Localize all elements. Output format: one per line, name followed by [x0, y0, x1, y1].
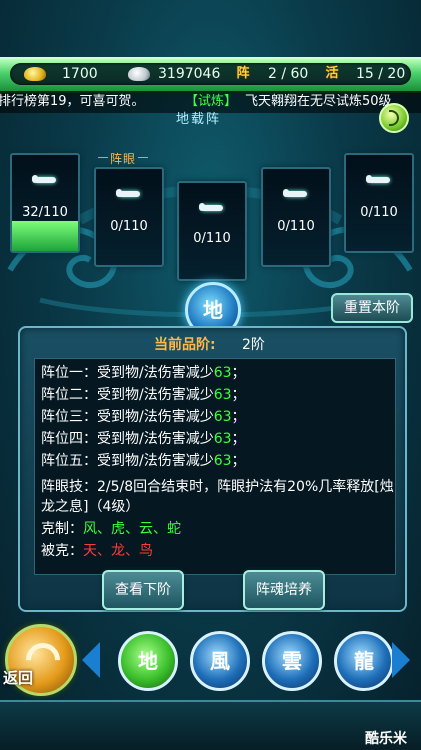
formation-slot-5[interactable]: 0/110	[344, 153, 414, 253]
slot-glyph-icon	[199, 203, 223, 211]
slot-glyph-icon	[283, 189, 307, 197]
silver-value: 3197046	[158, 66, 221, 82]
grade-header: 当前品阶: 2阶	[20, 334, 405, 356]
position-effect-row: 阵位三：受到物/法伤害减少63；	[41, 409, 246, 425]
activity-count: 15 / 20	[356, 66, 406, 82]
next-arrow-icon[interactable]	[392, 642, 410, 678]
formation-title: 地载阵	[176, 112, 222, 127]
view-next-grade-button[interactable]: 查看下阶	[102, 570, 184, 610]
resource-bar: 1700 3197046 阵 2 / 60 活 15 / 20	[0, 57, 421, 93]
grade-label: 当前品阶:	[154, 337, 216, 353]
formation-slot-2[interactable]: 0/110	[94, 167, 164, 267]
element-tab-wind[interactable]: 風	[190, 631, 250, 691]
grade-value: 2阶	[242, 337, 265, 353]
formation-info-panel: 当前品阶: 2阶 阵位一：受到物/法伤害减少63； 阵位二：受到物/法伤害减少6…	[18, 326, 407, 612]
formation-tag-icon: 阵	[236, 66, 250, 81]
silver-ingot-icon	[128, 67, 150, 81]
gold-ingot-icon	[24, 67, 46, 81]
slot-glyph-icon	[116, 189, 140, 197]
eye-skill-line2: 龙之息]（4级）	[41, 499, 140, 515]
marquee-text-left: 排行榜第19，可喜可贺。	[0, 94, 145, 109]
slot-value: 0/110	[277, 219, 315, 234]
counter-row: 克制：风、虎、云、蛇	[41, 521, 181, 537]
slot-value: 32/110	[22, 205, 68, 220]
formation-slot-4[interactable]: 0/110	[261, 167, 331, 267]
marquee-text-right: 飞天翱翔在无尽试炼50级	[245, 94, 392, 109]
element-tab-earth[interactable]: 地	[118, 631, 178, 691]
slot-value: 0/110	[193, 231, 231, 246]
help-icon[interactable]	[379, 103, 409, 133]
gold-value: 1700	[62, 66, 98, 82]
slot-value: 0/110	[360, 205, 398, 220]
position-effect-row: 阵位一：受到物/法伤害减少63；	[41, 365, 246, 381]
formation-slot-1[interactable]: 32/110	[10, 153, 80, 253]
effects-list: 阵位一：受到物/法伤害减少63； 阵位二：受到物/法伤害减少63； 阵位三：受到…	[34, 358, 396, 575]
element-tab-cloud[interactable]: 雲	[262, 631, 322, 691]
slot-progress-fill	[12, 221, 78, 251]
resource-bar-inner: 1700 3197046 阵 2 / 60 活 15 / 20	[10, 63, 411, 85]
slot-glyph-icon	[32, 175, 56, 183]
bottom-footer	[0, 700, 421, 750]
reset-grade-button[interactable]: 重置本阶	[331, 293, 413, 323]
activity-tag-icon: 活	[325, 66, 339, 81]
position-effect-row: 阵位四：受到物/法伤害减少63；	[41, 431, 246, 447]
back-label: 返回	[3, 669, 34, 687]
position-effect-row: 阵位五：受到物/法伤害减少63；	[41, 453, 246, 469]
countered-row: 被克：天、龙、鸟	[41, 543, 153, 559]
position-effect-row: 阵位二：受到物/法伤害减少63；	[41, 387, 246, 403]
eye-skill-line1: 阵眼技：2/5/8回合结束时，阵眼护法有20%几率释放[烛	[41, 479, 394, 495]
formation-eye-label: 阵眼	[97, 152, 149, 166]
formation-count: 2 / 60	[268, 66, 309, 82]
slot-value: 0/110	[110, 219, 148, 234]
element-tab-dragon[interactable]: 龍	[334, 631, 394, 691]
formation-slot-3[interactable]: 0/110	[177, 181, 247, 281]
prev-arrow-icon[interactable]	[82, 642, 100, 678]
watermark-logo: 酷乐米	[365, 731, 407, 747]
formation-screen: 1700 3197046 阵 2 / 60 活 15 / 20 排行榜第19，可…	[0, 0, 421, 750]
slot-glyph-icon	[366, 175, 390, 183]
soul-train-button[interactable]: 阵魂培养	[243, 570, 325, 610]
